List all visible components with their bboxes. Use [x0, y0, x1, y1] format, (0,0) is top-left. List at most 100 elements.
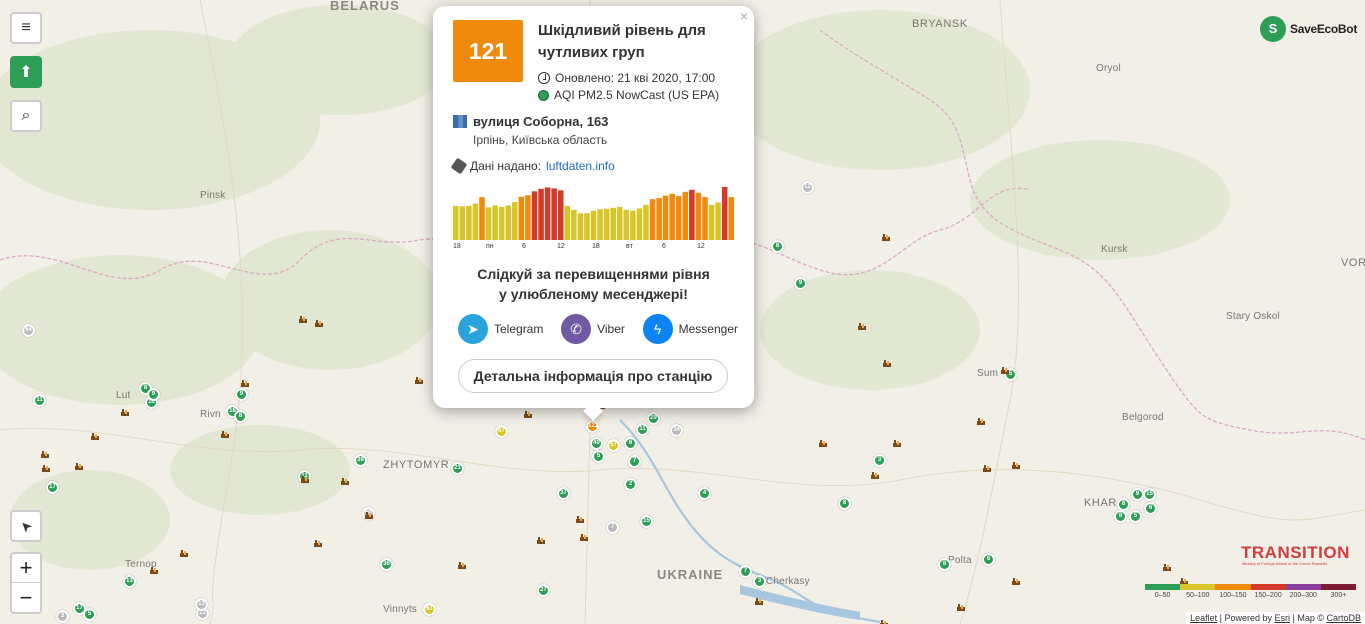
station-marker[interactable]: 27	[537, 584, 550, 597]
station-marker[interactable]: 61	[423, 603, 436, 616]
industry-icon	[537, 537, 545, 544]
attribution-powered: | Powered by	[1217, 613, 1275, 623]
history-bar	[485, 207, 492, 240]
place-label: Cherkasy	[766, 576, 810, 587]
industry-icon	[819, 440, 827, 447]
viber-link[interactable]: ✆ Viber	[561, 314, 625, 344]
station-marker[interactable]: 8	[234, 410, 247, 423]
station-marker[interactable]: 2	[624, 478, 637, 491]
legend-color-bar	[1145, 584, 1357, 590]
station-marker[interactable]: 5	[1129, 510, 1142, 523]
source-row: Дані надано: luftdaten.info	[450, 157, 615, 175]
cartodb-link[interactable]: CartoDB	[1326, 613, 1361, 623]
index-text: AQI PM2.5 NowCast (US EPA)	[554, 88, 720, 102]
industry-icon	[983, 465, 991, 472]
station-marker[interactable]: 11	[33, 394, 46, 407]
transition-logo: TRANSITION	[1241, 543, 1350, 562]
donate-button[interactable]: ⬆	[10, 56, 42, 88]
station-marker[interactable]: 7	[739, 565, 752, 578]
locate-button[interactable]: ➤	[10, 510, 42, 542]
industry-icon	[365, 512, 373, 519]
station-marker[interactable]: 17	[46, 481, 59, 494]
messenger-link[interactable]: ϟ Messenger	[642, 314, 738, 344]
station-marker[interactable]: 5	[592, 450, 605, 463]
industry-icon	[91, 433, 99, 440]
station-marker[interactable]: 54	[22, 324, 35, 337]
history-tick-label: 6	[522, 243, 526, 250]
promo-line-1: Слідкуй за перевищеннями рівня	[477, 266, 710, 282]
history-axis: 18 пн 6 12 18 вт 6 12	[453, 243, 733, 253]
history-tick-label: 6	[662, 243, 666, 250]
place-label: Kursk	[1101, 244, 1128, 255]
station-marker[interactable]: 15	[1143, 488, 1156, 501]
history-bar	[630, 210, 636, 240]
station-marker[interactable]: 6	[1144, 502, 1157, 515]
station-marker[interactable]: 9	[794, 277, 807, 290]
station-marker[interactable]: 3	[753, 575, 766, 588]
history-bar	[459, 206, 466, 240]
station-marker[interactable]: 9	[147, 388, 160, 401]
popup-close-button[interactable]: ×	[740, 8, 748, 24]
zoom-in-button[interactable]: +	[12, 554, 40, 583]
history-tick-label: 12	[697, 243, 705, 250]
station-marker[interactable]: 40	[590, 437, 603, 450]
station-marker[interactable]: 6	[982, 553, 995, 566]
station-marker[interactable]: 37	[557, 487, 570, 500]
station-marker[interactable]: 7	[606, 521, 619, 534]
search-button[interactable]: ⌕	[10, 100, 42, 132]
leaflet-link[interactable]: Leaflet	[1190, 613, 1217, 623]
industry-icon	[301, 476, 309, 483]
history-bar	[675, 196, 682, 240]
viber-icon: ✆	[561, 314, 592, 344]
industry-icon	[524, 411, 532, 418]
station-marker[interactable]: 15	[640, 515, 653, 528]
station-marker[interactable]: 3	[873, 454, 886, 467]
station-marker[interactable]: 13	[195, 598, 208, 611]
station-marker[interactable]: 6	[624, 437, 637, 450]
station-popup: × 121 Шкідливий рівень для чутливих груп…	[433, 6, 754, 421]
station-marker[interactable]: 29	[647, 412, 660, 425]
industry-icon	[41, 451, 49, 458]
industry-icon	[315, 320, 323, 327]
zoom-control: + −	[10, 552, 42, 614]
station-marker[interactable]: 5	[83, 608, 96, 621]
city-text: Ірпінь, Київська область	[473, 133, 608, 147]
station-marker[interactable]: 8	[838, 497, 851, 510]
place-label: ZHYTOMYR	[383, 459, 450, 471]
station-marker[interactable]: 8	[938, 558, 951, 571]
station-marker[interactable]: 13	[123, 575, 136, 588]
telegram-link[interactable]: ➤ Telegram	[458, 314, 543, 344]
station-marker[interactable]: 21	[451, 462, 464, 475]
building-icon	[453, 115, 467, 128]
history-bar	[466, 205, 472, 240]
station-marker[interactable]: 36	[380, 558, 393, 571]
zoom-out-button[interactable]: −	[12, 583, 40, 612]
station-marker[interactable]: 7	[628, 455, 641, 468]
station-marker[interactable]: 8	[1114, 510, 1127, 523]
source-label: Дані надано:	[470, 159, 542, 173]
station-marker[interactable]: 38	[354, 454, 367, 467]
station-marker[interactable]: 8	[771, 240, 784, 253]
industry-icon	[180, 550, 188, 557]
station-marker[interactable]: 67	[495, 425, 508, 438]
station-details-button[interactable]: Детальна інформація про станцію	[458, 359, 728, 393]
station-marker[interactable]: 11	[636, 423, 649, 436]
history-tick-label: 12	[557, 243, 565, 250]
place-label: Polta	[948, 555, 972, 566]
legend-label: 0–50	[1154, 592, 1171, 599]
station-marker[interactable]: 9	[235, 388, 248, 401]
saveecobot-brand[interactable]: S SaveEcoBot	[1260, 16, 1357, 42]
history-tick-label: пн	[486, 243, 494, 250]
esri-link[interactable]: Esri	[1275, 613, 1291, 623]
menu-button[interactable]: ≡	[10, 12, 42, 44]
station-marker[interactable]: 34	[670, 424, 683, 437]
station-marker[interactable]: 12	[801, 181, 814, 194]
history-bar	[695, 192, 702, 240]
station-marker[interactable]: 4	[698, 487, 711, 500]
history-bar	[643, 204, 649, 240]
station-marker[interactable]: 3	[56, 610, 69, 623]
station-marker[interactable]: 121	[586, 420, 599, 433]
transition-subtitle: Ministry of Foreign Affairs of the Czech…	[1242, 561, 1328, 566]
source-link[interactable]: luftdaten.info	[546, 159, 615, 173]
station-marker[interactable]: 57	[607, 439, 620, 452]
